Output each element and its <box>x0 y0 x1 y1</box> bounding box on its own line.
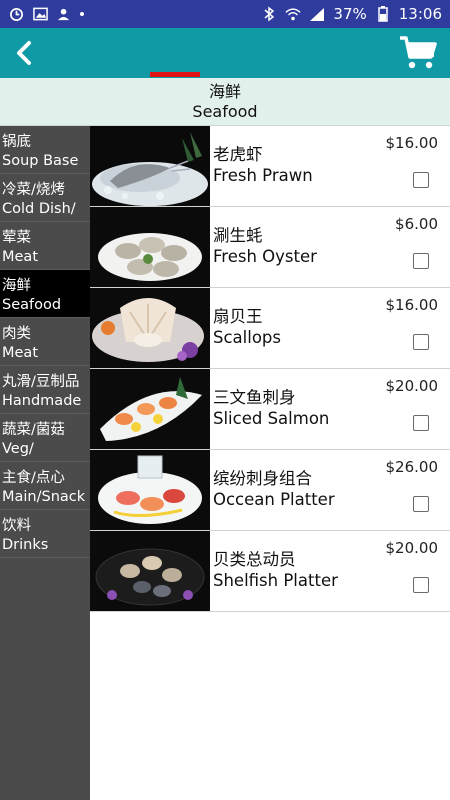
item-name-en: Fresh Oyster <box>213 247 317 266</box>
sidebar-item-label-en: Meat <box>2 249 39 265</box>
sidebar-item-label-cn: 丸滑/豆制品 <box>2 374 80 390</box>
battery-icon <box>375 6 391 22</box>
sidebar-item-drinks[interactable]: 饮料 Drinks <box>0 510 90 558</box>
notification-dot-icon <box>80 12 84 16</box>
dish-photo <box>90 450 210 530</box>
item-name-cn: 扇贝王 <box>213 307 263 326</box>
sidebar-item-seafood[interactable]: 海鲜 Seafood <box>0 270 90 318</box>
image-icon <box>32 6 48 22</box>
sidebar-item-label-en: Veg/ <box>2 441 34 457</box>
battery-percent: 37% <box>333 5 367 23</box>
menu-list: 老虎虾 Fresh Prawn $16.00 涮生蚝 Fresh Oyster … <box>90 126 450 612</box>
clock: 13:06 <box>398 5 442 23</box>
item-name: 缤纷刺身组合 Occean Platter <box>213 468 335 510</box>
select-checkbox[interactable] <box>413 496 429 512</box>
select-checkbox[interactable] <box>413 577 429 593</box>
sidebar-item-label-en: Handmade <box>2 393 82 409</box>
item-price: $6.00 <box>395 215 438 233</box>
menu-item[interactable]: 贝类总动员 Shelfish Platter $20.00 <box>90 531 450 612</box>
dish-photo <box>90 207 210 287</box>
back-button[interactable] <box>8 36 40 70</box>
sidebar-item-label-cn: 冷菜/烧烤 <box>2 182 65 198</box>
sidebar-item-cold-dish[interactable]: 冷菜/烧烤 Cold Dish/ <box>0 174 90 222</box>
item-name-en: Fresh Prawn <box>213 166 313 185</box>
menu-item[interactable]: 缤纷刺身组合 Occean Platter $26.00 <box>90 450 450 531</box>
bluetooth-icon <box>261 6 277 22</box>
sidebar-item-label-en: Main/Snack <box>2 489 86 505</box>
dish-photo <box>90 288 210 368</box>
sidebar-item-label-cn: 饮料 <box>2 518 31 534</box>
sidebar-item-label-en: Cold Dish/ <box>2 201 76 217</box>
sidebar-item-label-en: Soup Base <box>2 153 79 169</box>
item-price: $16.00 <box>385 296 439 314</box>
wifi-icon <box>285 6 302 22</box>
item-name: 涮生蚝 Fresh Oyster <box>213 225 317 267</box>
sidebar-item-handmade[interactable]: 丸滑/豆制品 Handmade <box>0 366 90 414</box>
sync-icon <box>8 6 24 22</box>
sidebar-item-main-snack[interactable]: 主食/点心 Main/Snack <box>0 462 90 510</box>
item-price: $20.00 <box>385 377 439 395</box>
item-name-cn: 贝类总动员 <box>213 550 296 569</box>
item-name: 三文鱼刺身 Sliced Salmon <box>213 387 329 429</box>
select-checkbox[interactable] <box>413 253 429 269</box>
item-name-en: Occean Platter <box>213 490 335 509</box>
item-name-cn: 涮生蚝 <box>213 226 263 245</box>
category-header: 海鲜 Seafood <box>0 78 450 126</box>
cart-button[interactable] <box>396 32 440 74</box>
sidebar-item-soup-base[interactable]: 锅底 Soup Base <box>0 126 90 174</box>
tab-indicator <box>150 72 200 77</box>
sidebar-item-label-en: Meat <box>2 345 39 361</box>
sidebar-item-label-cn: 肉类 <box>2 326 31 342</box>
chevron-left-icon <box>17 41 31 65</box>
item-price: $20.00 <box>385 539 439 557</box>
dish-photo <box>90 126 210 206</box>
category-title-cn: 海鲜 <box>208 82 241 101</box>
dish-photo <box>90 369 210 449</box>
item-name-en: Shelfish Platter <box>213 571 338 590</box>
status-bar-left <box>8 6 84 22</box>
signal-icon <box>309 6 325 22</box>
sidebar-item-label-en: Drinks <box>2 537 49 553</box>
menu-item[interactable]: 老虎虾 Fresh Prawn $16.00 <box>90 126 450 207</box>
category-sidebar: 锅底 Soup Base 冷菜/烧烤 Cold Dish/ 荤菜 Meat 海鲜… <box>0 126 90 800</box>
dish-photo <box>90 531 210 611</box>
select-checkbox[interactable] <box>413 415 429 431</box>
status-bar-right: 37% 13:06 <box>261 5 442 23</box>
menu-item[interactable]: 三文鱼刺身 Sliced Salmon $20.00 <box>90 369 450 450</box>
sidebar-item-label-cn: 海鲜 <box>2 278 31 294</box>
sidebar-item-label-cn: 蔬菜/菌菇 <box>2 422 65 438</box>
app-toolbar <box>0 28 450 78</box>
sidebar-item-label-en: Seafood <box>2 297 62 313</box>
menu-item[interactable]: 扇贝王 Scallops $16.00 <box>90 288 450 369</box>
category-title-en: Seafood <box>192 102 258 121</box>
sidebar-item-label-cn: 荤菜 <box>2 230 31 246</box>
sidebar-item-veg[interactable]: 蔬菜/菌菇 Veg/ <box>0 414 90 462</box>
item-price: $26.00 <box>385 458 439 476</box>
item-name-en: Scallops <box>213 328 281 347</box>
item-name: 贝类总动员 Shelfish Platter <box>213 549 338 591</box>
menu-item[interactable]: 涮生蚝 Fresh Oyster $6.00 <box>90 207 450 288</box>
contact-icon <box>56 6 72 22</box>
item-name: 老虎虾 Fresh Prawn <box>213 144 313 186</box>
item-price: $16.00 <box>385 134 439 152</box>
item-name-cn: 老虎虾 <box>213 145 263 164</box>
sidebar-item-label-cn: 锅底 <box>2 134 31 150</box>
item-name-en: Sliced Salmon <box>213 409 330 428</box>
sidebar-item-label-cn: 主食/点心 <box>2 470 65 486</box>
sidebar-item-meat[interactable]: 肉类 Meat <box>0 318 90 366</box>
shopping-cart-icon <box>400 36 437 69</box>
item-name-cn: 三文鱼刺身 <box>213 388 296 407</box>
item-name-cn: 缤纷刺身组合 <box>213 469 312 488</box>
select-checkbox[interactable] <box>413 334 429 350</box>
select-checkbox[interactable] <box>413 172 429 188</box>
sidebar-item-meat-dishes[interactable]: 荤菜 Meat <box>0 222 90 270</box>
item-name: 扇贝王 Scallops <box>213 306 281 348</box>
status-bar: 37% 13:06 <box>0 0 450 28</box>
